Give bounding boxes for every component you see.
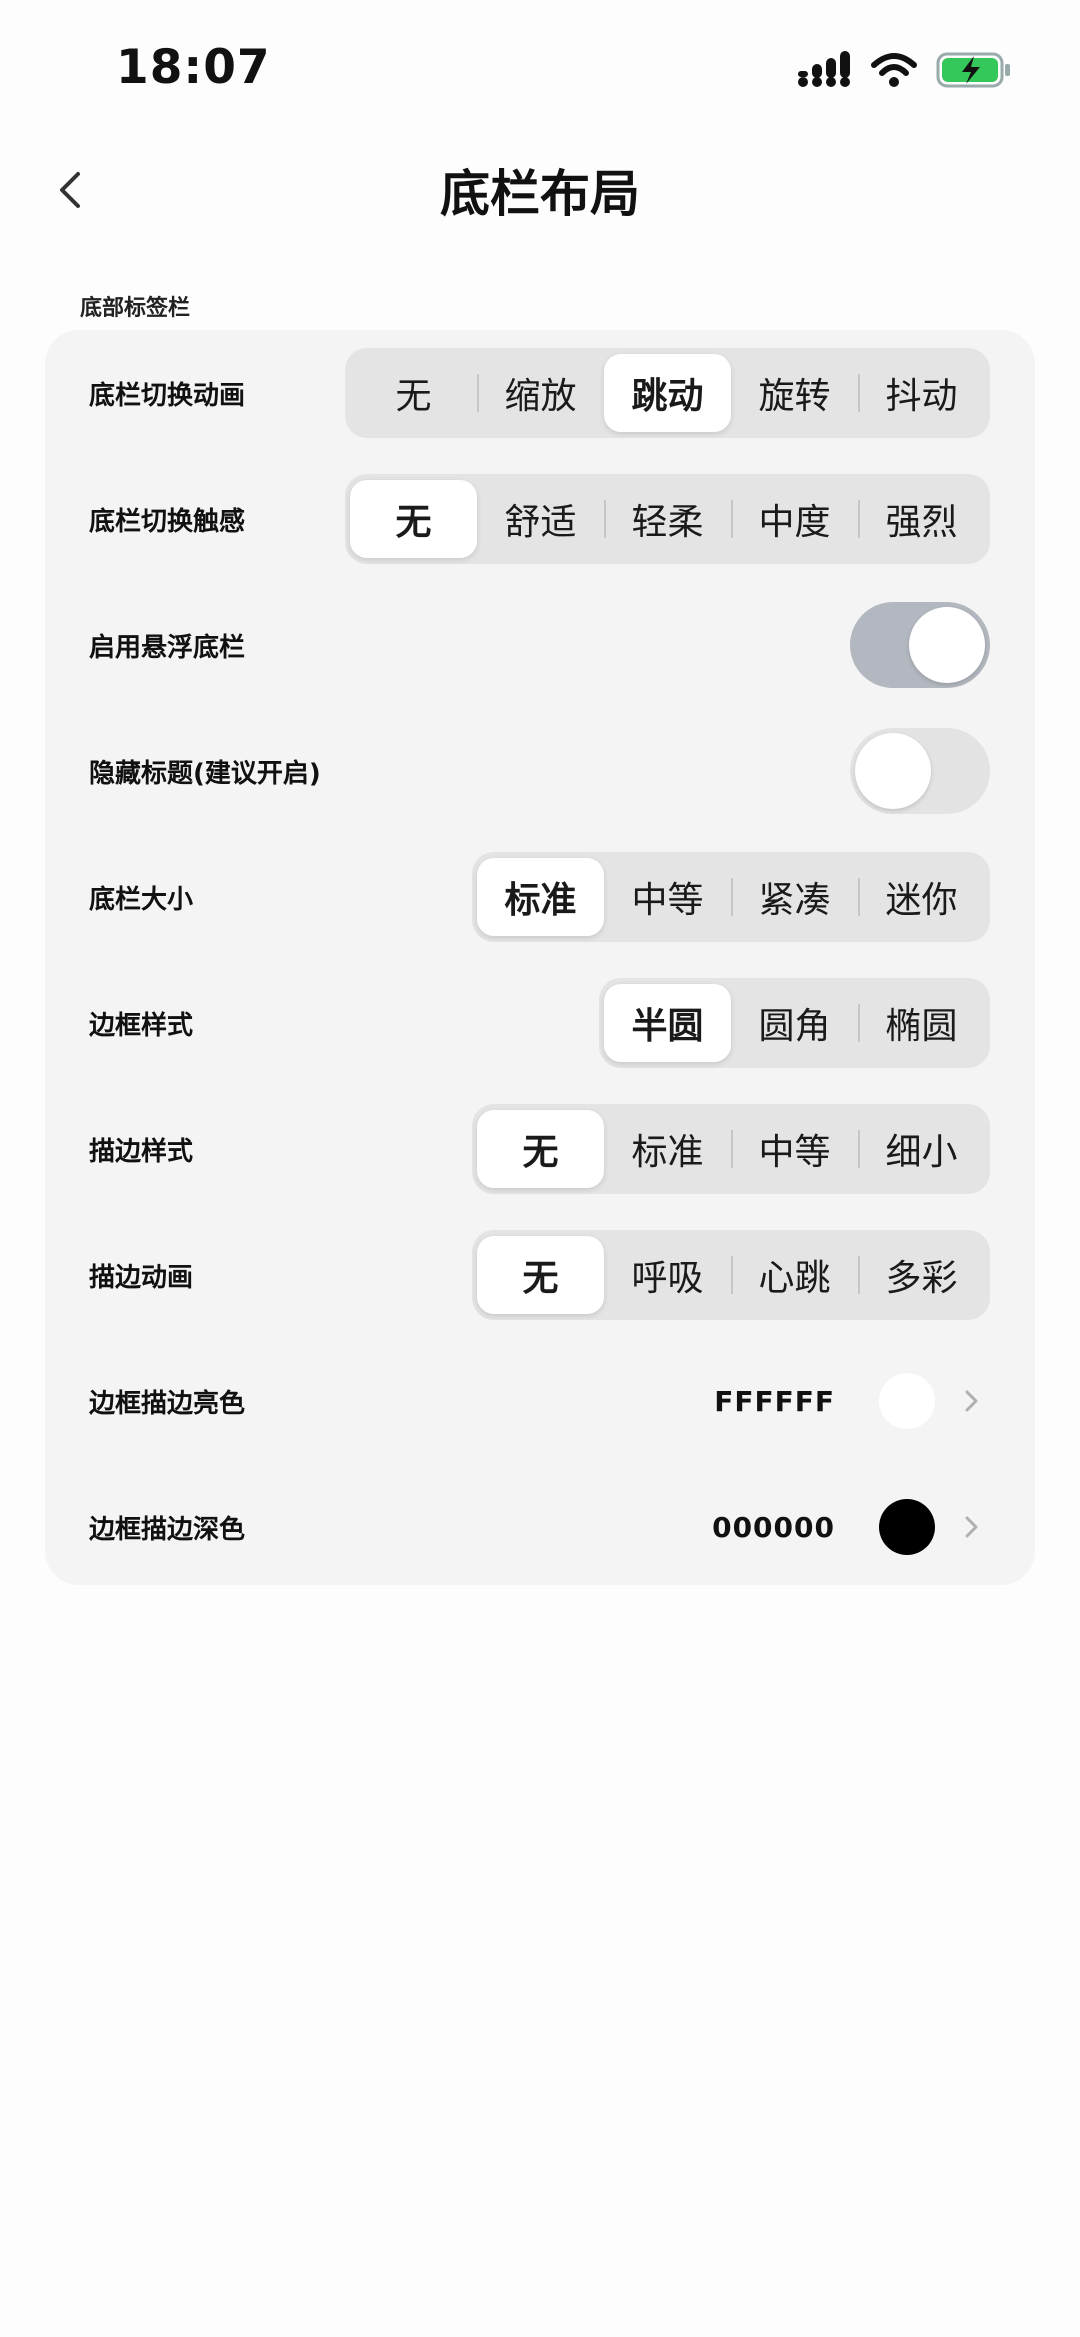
option-strong[interactable]: 强烈 <box>858 480 985 558</box>
option-rounded[interactable]: 圆角 <box>731 984 858 1062</box>
switch-animation-segmented: 无 缩放 跳动 旋转 抖动 <box>345 348 990 438</box>
option-breathe[interactable]: 呼吸 <box>604 1236 731 1314</box>
color-swatch <box>879 1499 935 1555</box>
option-mini[interactable]: 迷你 <box>858 858 985 936</box>
option-none[interactable]: 无 <box>477 1110 604 1188</box>
section-label: 底部标签栏 <box>80 296 191 321</box>
wifi-icon <box>871 53 917 87</box>
option-ellipse[interactable]: 椭圆 <box>858 984 985 1062</box>
row-switch-animation: 底栏切换动画 无 缩放 跳动 旋转 抖动 <box>45 330 1035 456</box>
row-label: 边框描边深色 <box>89 1514 246 1545</box>
row-label: 隐藏标题(建议开启) <box>89 758 321 789</box>
row-hide-title: 隐藏标题(建议开启) <box>45 708 1035 834</box>
row-switch-haptic: 底栏切换触感 无 舒适 轻柔 中度 强烈 <box>45 456 1035 582</box>
row-stroke-animation: 描边动画 无 呼吸 心跳 多彩 <box>45 1212 1035 1338</box>
floating-bar-toggle[interactable] <box>850 602 990 688</box>
border-style-segmented: 半圆 圆角 椭圆 <box>599 978 990 1068</box>
switch-haptic-segmented: 无 舒适 轻柔 中度 强烈 <box>345 474 990 564</box>
row-label: 边框描边亮色 <box>89 1388 246 1419</box>
row-stroke-dark-color[interactable]: 边框描边深色 000000 <box>45 1464 1035 1590</box>
row-label: 边框样式 <box>89 1010 194 1041</box>
nav-bar: 底栏布局 <box>0 140 1080 240</box>
option-thin[interactable]: 细小 <box>858 1110 985 1188</box>
chevron-right-icon <box>965 1390 978 1412</box>
option-none[interactable]: 无 <box>350 480 477 558</box>
bar-size-segmented: 标准 中等 紧凑 迷你 <box>472 852 990 942</box>
page-title: 底栏布局 <box>440 165 640 223</box>
chevron-right-icon <box>965 1516 978 1538</box>
status-icons <box>798 50 1012 90</box>
color-swatch <box>879 1373 935 1429</box>
option-heartbeat[interactable]: 心跳 <box>731 1236 858 1314</box>
row-floating-bar: 启用悬浮底栏 <box>45 582 1035 708</box>
signal-icon <box>798 51 850 87</box>
toggle-knob <box>909 607 985 683</box>
row-bar-size: 底栏大小 标准 中等 紧凑 迷你 <box>45 834 1035 960</box>
option-comfortable[interactable]: 舒适 <box>477 480 604 558</box>
row-label: 启用悬浮底栏 <box>89 632 246 663</box>
option-colorful[interactable]: 多彩 <box>858 1236 985 1314</box>
option-standard[interactable]: 标准 <box>604 1110 731 1188</box>
row-border-style: 边框样式 半圆 圆角 椭圆 <box>45 960 1035 1086</box>
option-rotate[interactable]: 旋转 <box>731 354 858 432</box>
option-medium[interactable]: 中度 <box>731 480 858 558</box>
row-label: 描边样式 <box>89 1136 194 1167</box>
settings-card: 底栏切换动画 无 缩放 跳动 旋转 抖动 底栏切换触感 无 舒适 轻柔 中度 强… <box>45 330 1035 1585</box>
row-stroke-style: 描边样式 无 标准 中等 细小 <box>45 1086 1035 1212</box>
option-compact[interactable]: 紧凑 <box>731 858 858 936</box>
status-time: 18:07 <box>116 40 271 95</box>
stroke-animation-segmented: 无 呼吸 心跳 多彩 <box>472 1230 990 1320</box>
option-medium[interactable]: 中等 <box>604 858 731 936</box>
stroke-style-segmented: 无 标准 中等 细小 <box>472 1104 990 1194</box>
battery-charging-icon <box>936 52 1010 88</box>
status-bar: 18:07 <box>0 0 1080 140</box>
option-soft[interactable]: 轻柔 <box>604 480 731 558</box>
option-standard[interactable]: 标准 <box>477 858 604 936</box>
row-stroke-light-color[interactable]: 边框描边亮色 FFFFFF <box>45 1338 1035 1464</box>
row-label: 描边动画 <box>89 1262 194 1293</box>
row-label: 底栏切换动画 <box>89 380 246 411</box>
option-none[interactable]: 无 <box>350 354 477 432</box>
color-value: 000000 <box>712 1510 835 1544</box>
option-shake[interactable]: 抖动 <box>858 354 985 432</box>
option-medium[interactable]: 中等 <box>731 1110 858 1188</box>
toggle-knob <box>855 733 931 809</box>
row-label: 底栏大小 <box>89 884 194 915</box>
option-scale[interactable]: 缩放 <box>477 354 604 432</box>
row-label: 底栏切换触感 <box>89 506 246 537</box>
color-value: FFFFFF <box>714 1384 835 1418</box>
option-bounce[interactable]: 跳动 <box>604 354 731 432</box>
option-none[interactable]: 无 <box>477 1236 604 1314</box>
hide-title-toggle[interactable] <box>850 728 990 814</box>
option-semicircle[interactable]: 半圆 <box>604 984 731 1062</box>
